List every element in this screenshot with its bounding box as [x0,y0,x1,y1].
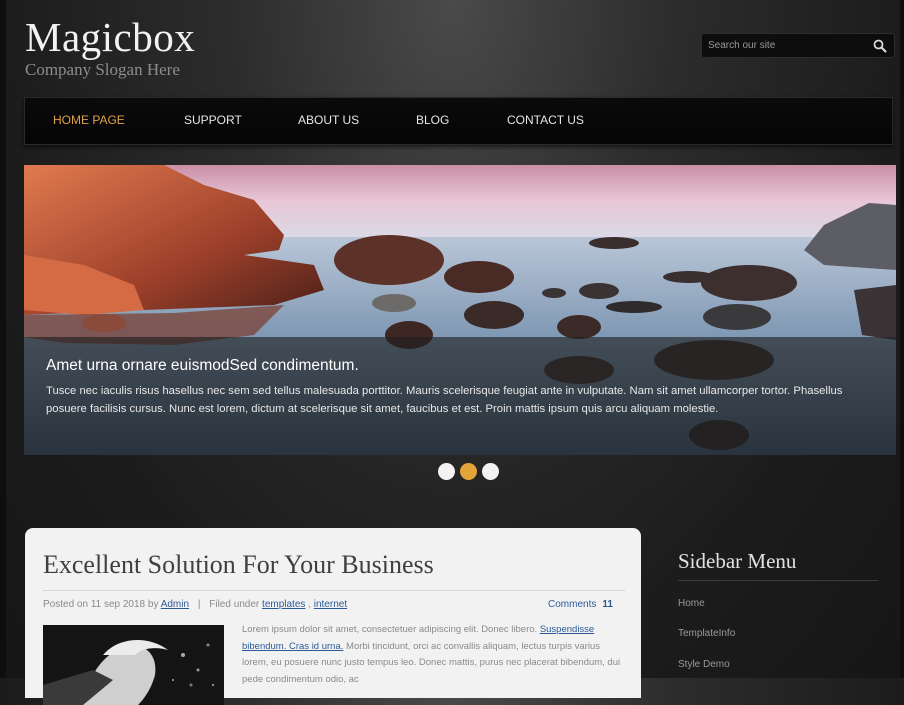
post-tag-templates[interactable]: templates [262,599,305,610]
slider-caption: Amet urna ornare euismodSed condimentum.… [24,337,896,455]
post-meta: Posted on 11 sep 2018 by Admin | Filed u… [43,599,347,610]
post-date: Posted on 11 sep 2018 by [43,599,159,610]
post-excerpt-lead: Lorem ipsum dolor sit amet, consectetuer… [242,624,538,635]
sidebar-item-templateinfo[interactable]: TemplateInfo [678,628,735,639]
slider-dot-1[interactable] [438,463,455,480]
search-box [701,33,895,58]
comments-label: Comments [548,599,597,610]
search-input[interactable] [708,38,858,53]
comments-count: 11 [602,599,613,610]
tag-separator: , [308,599,311,610]
post-tag-internet[interactable]: internet [314,599,347,610]
site-logo[interactable]: Magicbox [25,14,195,60]
meta-separator: | [197,599,201,610]
nav-blog[interactable]: BLOG [416,113,449,127]
site-slogan: Company Slogan Here [25,60,180,79]
sidebar-title: Sidebar Menu [678,549,797,573]
post-comments-link[interactable]: Comments 11 [548,599,613,610]
main-nav: HOME PAGE SUPPORT ABOUT US BLOG CONTACT … [24,97,893,145]
hero-slider[interactable]: Amet urna ornare euismodSed condimentum.… [24,165,896,455]
post-excerpt: Lorem ipsum dolor sit amet, consectetuer… [242,622,627,688]
slider-dot-2[interactable] [460,463,477,480]
post-author-link[interactable]: Admin [161,599,189,610]
post-title[interactable]: Excellent Solution For Your Business [43,550,434,580]
post-panel: Excellent Solution For Your Business Pos… [25,528,641,705]
sidebar-item-style-demo[interactable]: Style Demo [678,659,730,670]
sidebar-item-home[interactable]: Home [678,598,705,609]
nav-home-page[interactable]: HOME PAGE [43,105,135,135]
nav-support[interactable]: SUPPORT [184,113,242,127]
nav-about-us[interactable]: ABOUT US [298,113,359,127]
sidebar-divider [678,580,878,581]
search-icon[interactable] [872,38,888,54]
slider-caption-text: Tusce nec iaculis risus hasellus nec sem… [46,385,843,415]
page-frame-right [900,0,904,678]
post-thumbnail[interactable] [43,625,224,705]
page-frame-left [0,0,6,678]
slider-caption-title: Amet urna ornare euismodSed condimentum. [46,357,359,374]
slider-dot-3[interactable] [482,463,499,480]
nav-contact-us[interactable]: CONTACT US [507,113,584,127]
post-divider [43,590,625,591]
post-filed-under: Filed under [209,599,260,610]
